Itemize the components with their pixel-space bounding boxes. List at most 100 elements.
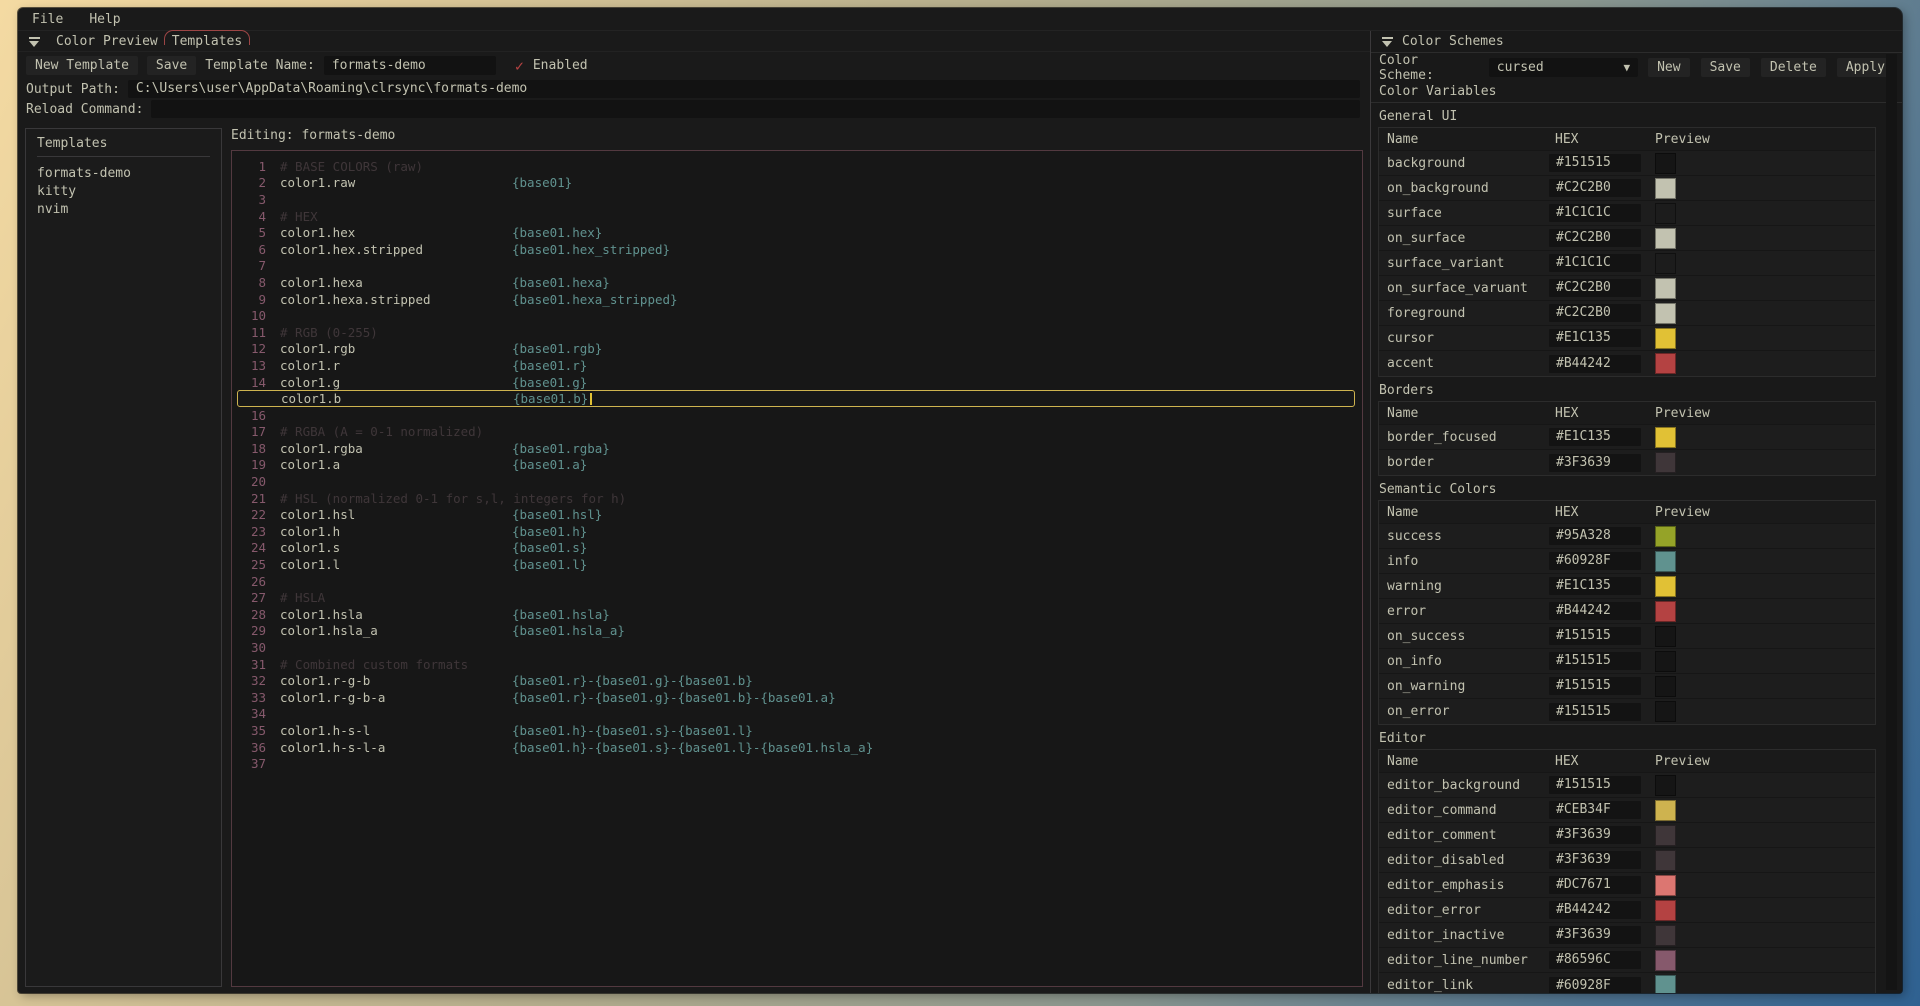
menu-file[interactable]: File — [32, 12, 63, 27]
color-name: surface — [1379, 206, 1549, 221]
code-line[interactable]: 28 color1.hsla {base01.hsla} — [232, 606, 1362, 623]
code-line[interactable]: 15 color1.b {base01.b} — [237, 390, 1355, 407]
color-table: Name HEX Preview success #95A328 info #6… — [1378, 500, 1876, 725]
hex-input[interactable]: #C2C2B0 — [1549, 304, 1641, 322]
hex-input[interactable]: #E1C135 — [1549, 428, 1641, 446]
template-list-item[interactable]: nvim — [37, 200, 210, 218]
output-path-input[interactable]: C:\Users\user\AppData\Roaming\clrsync\fo… — [128, 80, 1360, 98]
hex-input[interactable]: #B44242 — [1549, 901, 1641, 919]
code-line[interactable]: 21 # HSL (normalized 0-1 for s,l, intege… — [232, 490, 1362, 507]
code-line[interactable]: 6 color1.hex.stripped {base01.hex_stripp… — [232, 241, 1362, 258]
delete-scheme-button[interactable]: Delete — [1761, 58, 1826, 77]
hex-input[interactable]: #C2C2B0 — [1549, 229, 1641, 247]
code-line[interactable]: 33 color1.r-g-b-a {base01.r}-{base01.g}-… — [232, 689, 1362, 706]
code-key: # HSLA — [280, 590, 325, 605]
code-line[interactable]: 9 color1.hexa.stripped {base01.hexa_stri… — [232, 291, 1362, 308]
hex-input[interactable]: #60928F — [1549, 552, 1641, 570]
code-line[interactable]: 31 # Combined custom formats — [232, 656, 1362, 673]
hex-input[interactable]: #CEB34F — [1549, 801, 1641, 819]
color-row: surface_variant #1C1C1C — [1379, 251, 1875, 276]
tab-color-preview[interactable]: Color Preview — [49, 33, 165, 50]
hex-input[interactable]: #151515 — [1549, 652, 1641, 670]
code-line[interactable]: 12 color1.rgb {base01.rgb} — [232, 341, 1362, 358]
code-line[interactable]: 36 color1.h-s-l-a {base01.h}-{base01.s}-… — [232, 739, 1362, 756]
collapse-panel-icon[interactable] — [1381, 36, 1394, 47]
code-line[interactable]: 17 # RGBA (A = 0-1 normalized) — [232, 424, 1362, 441]
code-line[interactable]: 1 # BASE COLORS (raw) — [232, 158, 1362, 175]
template-list-item[interactable]: formats-demo — [37, 164, 210, 182]
collapse-panel-icon[interactable] — [28, 36, 41, 47]
color-name: surface_variant — [1379, 256, 1549, 271]
hex-input[interactable]: #C2C2B0 — [1549, 279, 1641, 297]
hex-input[interactable]: #1C1C1C — [1549, 254, 1641, 272]
code-line[interactable]: 26 — [232, 573, 1362, 590]
code-line[interactable]: 4 # HEX — [232, 208, 1362, 225]
template-name-input[interactable]: formats-demo — [324, 56, 496, 75]
code-line[interactable]: 16 — [232, 407, 1362, 424]
hex-input[interactable]: #3F3639 — [1549, 926, 1641, 944]
code-line[interactable]: 10 — [232, 307, 1362, 324]
code-line[interactable]: 20 — [232, 473, 1362, 490]
code-line[interactable]: 8 color1.hexa {base01.hexa} — [232, 274, 1362, 291]
scrollbar[interactable] — [1886, 54, 1897, 990]
code-line[interactable]: 35 color1.h-s-l {base01.h}-{base01.s}-{b… — [232, 722, 1362, 739]
color-scheme-dropdown[interactable]: cursed ▼ — [1489, 58, 1638, 77]
code-line[interactable]: 14 color1.g {base01.g} — [232, 374, 1362, 391]
code-line[interactable]: 32 color1.r-g-b {base01.r}-{base01.g}-{b… — [232, 672, 1362, 689]
color-name: editor_line_number — [1379, 953, 1549, 968]
hex-input[interactable]: #151515 — [1549, 677, 1641, 695]
code-line[interactable]: 7 — [232, 258, 1362, 275]
enabled-checkbox[interactable]: ✓ — [515, 57, 524, 75]
code-line[interactable]: 11 # RGB (0-255) — [232, 324, 1362, 341]
hex-input[interactable]: #60928F — [1549, 977, 1641, 994]
hex-input[interactable]: #1C1C1C — [1549, 204, 1641, 222]
hex-input[interactable]: #3F3639 — [1549, 851, 1641, 869]
code-line[interactable]: 30 — [232, 639, 1362, 656]
code-line[interactable]: 24 color1.s {base01.s} — [232, 540, 1362, 557]
new-scheme-button[interactable]: New — [1648, 58, 1689, 77]
hex-input[interactable]: #C2C2B0 — [1549, 179, 1641, 197]
code-line[interactable]: 25 color1.l {base01.l} — [232, 556, 1362, 573]
code-line[interactable]: 34 — [232, 706, 1362, 723]
code-line[interactable]: 27 # HSLA — [232, 589, 1362, 606]
save-scheme-button[interactable]: Save — [1701, 58, 1750, 77]
color-swatch — [1655, 353, 1676, 374]
hex-input[interactable]: #151515 — [1549, 703, 1641, 721]
save-template-button[interactable]: Save — [147, 56, 196, 75]
hex-input[interactable]: #B44242 — [1549, 602, 1641, 620]
hex-input[interactable]: #3F3639 — [1549, 454, 1641, 472]
code-line[interactable]: 18 color1.rgba {base01.rgba} — [232, 440, 1362, 457]
code-editor[interactable]: 1 # BASE COLORS (raw) 2 color1.raw {base… — [231, 150, 1363, 987]
hex-input[interactable]: #151515 — [1549, 627, 1641, 645]
hex-input[interactable]: #B44242 — [1549, 355, 1641, 373]
hex-input[interactable]: #151515 — [1549, 154, 1641, 172]
hex-input[interactable]: #86596C — [1549, 951, 1641, 969]
new-template-button[interactable]: New Template — [26, 56, 138, 75]
color-name: on_surface_varuant — [1379, 281, 1549, 296]
hex-input[interactable]: #DC7671 — [1549, 876, 1641, 894]
hex-input[interactable]: #E1C135 — [1549, 329, 1641, 347]
code-line[interactable]: 37 — [232, 755, 1362, 772]
code-line[interactable]: 13 color1.r {base01.r} — [232, 357, 1362, 374]
reload-command-input[interactable] — [151, 100, 1360, 118]
code-line[interactable]: 5 color1.hex {base01.hex} — [232, 224, 1362, 241]
code-line[interactable]: 3 — [232, 191, 1362, 208]
template-list-item[interactable]: kitty — [37, 182, 210, 200]
tab-templates[interactable]: Templates — [165, 33, 249, 50]
code-line[interactable]: 19 color1.a {base01.a} — [232, 457, 1362, 474]
line-number: 14 — [232, 375, 266, 390]
color-row: editor_line_number #86596C — [1379, 948, 1875, 973]
menu-help[interactable]: Help — [89, 12, 120, 27]
code-value: {base01.a} — [512, 457, 587, 472]
hex-input[interactable]: #3F3639 — [1549, 826, 1641, 844]
section-title: Editor — [1378, 728, 1876, 749]
code-line[interactable]: 23 color1.h {base01.h} — [232, 523, 1362, 540]
code-line[interactable]: 22 color1.hsl {base01.hsl} — [232, 506, 1362, 523]
hex-input[interactable]: #151515 — [1549, 776, 1641, 794]
template-editor: Editing: formats-demo 1 # BASE COLORS (r… — [231, 128, 1363, 987]
code-line[interactable]: 2 color1.raw {base01} — [232, 175, 1362, 192]
hex-input[interactable]: #95A328 — [1549, 527, 1641, 545]
hex-input[interactable]: #E1C135 — [1549, 577, 1641, 595]
code-line[interactable]: 29 color1.hsla_a {base01.hsla_a} — [232, 623, 1362, 640]
color-name: on_success — [1379, 629, 1549, 644]
